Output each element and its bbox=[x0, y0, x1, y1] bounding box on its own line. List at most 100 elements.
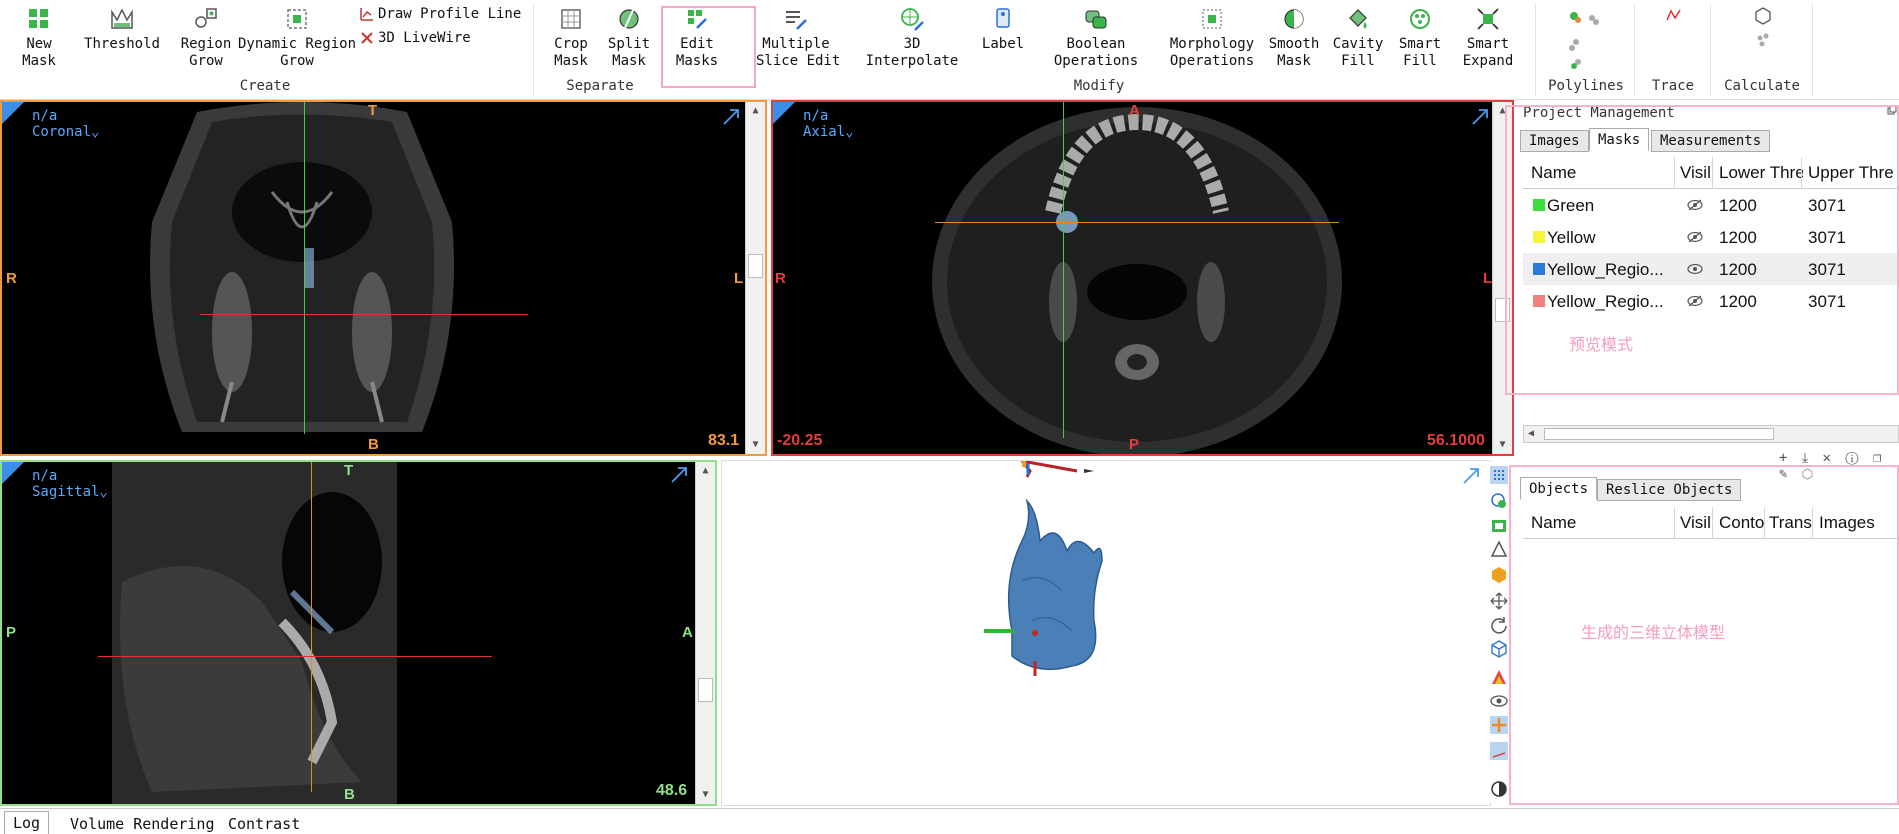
edit-masks-highlight bbox=[661, 6, 756, 88]
ribbon-separator bbox=[1812, 4, 1813, 96]
draw-profile-line-label: Draw Profile Line bbox=[378, 6, 522, 22]
add-object-icon[interactable]: + bbox=[1779, 450, 1790, 466]
scroll-thumb[interactable] bbox=[1544, 428, 1774, 440]
threshold-icon bbox=[111, 8, 133, 29]
smart-expand-label: Smart Expand bbox=[1462, 36, 1514, 69]
create-group-label: Create bbox=[239, 78, 291, 94]
trace-icon[interactable] bbox=[1666, 8, 1682, 22]
masks-horizontal-scrollbar[interactable]: ◀ bbox=[1523, 425, 1899, 443]
scroll-down-arrow[interactable]: ▼ bbox=[1493, 436, 1512, 454]
maximize-view-icon[interactable] bbox=[722, 108, 740, 126]
boolean-operations-button[interactable]: Boolean Operations bbox=[1052, 6, 1140, 70]
multiple-slice-edit-label: Multiple Slice Edit bbox=[756, 36, 841, 69]
dynamic-region-grow-button[interactable]: Dynamic Region Grow bbox=[238, 6, 356, 70]
axial-ct-slice bbox=[932, 107, 1342, 454]
coronal-slice-scrollbar[interactable]: ▲ ▼ bbox=[745, 102, 765, 454]
morphology-operations-button[interactable]: Morphology Operations bbox=[1164, 6, 1260, 70]
maximize-view-icon[interactable] bbox=[670, 466, 688, 484]
copy-object-icon[interactable]: ❐ bbox=[1873, 450, 1884, 466]
coronal-crosshair-vertical[interactable] bbox=[304, 102, 305, 434]
calculate-group-label: Calculate bbox=[1724, 78, 1800, 94]
scroll-thumb[interactable] bbox=[748, 254, 763, 278]
interpolate-3d-label: 3D Interpolate bbox=[865, 36, 959, 69]
measure-angle-icon[interactable] bbox=[1490, 540, 1508, 558]
morphology-operations-icon bbox=[1202, 9, 1222, 29]
sagittal-orient-right: A bbox=[682, 624, 693, 641]
smart-expand-button[interactable]: Smart Expand bbox=[1456, 6, 1520, 70]
draw-profile-line-button[interactable]: Draw Profile Line bbox=[360, 6, 521, 22]
smart-fill-label: Smart Fill bbox=[1398, 36, 1442, 69]
dynamic-region-grow-icon bbox=[287, 9, 307, 29]
scroll-down-arrow[interactable]: ▼ bbox=[746, 436, 765, 454]
coronal-viewport[interactable]: n/a Coronal⌄ T B R L 83.1 ▲ ▼ bbox=[0, 100, 767, 456]
label-button[interactable]: Label bbox=[978, 6, 1028, 53]
interpolate-3d-button[interactable]: 3D Interpolate bbox=[856, 6, 968, 70]
tab-contrast[interactable]: Contrast bbox=[228, 815, 300, 833]
sagittal-viewport[interactable]: n/a Sagittal⌄ T B P A 48.6 ▲ ▼ bbox=[0, 460, 717, 806]
split-mask-button[interactable]: Split Mask bbox=[604, 6, 654, 70]
crop-mask-icon bbox=[561, 9, 581, 29]
profile-line-icon bbox=[360, 8, 373, 21]
crop-mask-button[interactable]: Crop Mask bbox=[546, 6, 596, 70]
morphology-operations-label: Morphology Operations bbox=[1169, 36, 1255, 69]
multiple-slice-edit-icon bbox=[786, 11, 807, 30]
scroll-left-arrow[interactable]: ◀ bbox=[1528, 428, 1534, 439]
split-mask-icon bbox=[619, 9, 639, 29]
livewire-button[interactable]: 3D LiveWire bbox=[360, 30, 471, 46]
cube-view-icon[interactable] bbox=[1490, 640, 1508, 658]
axial-orient-bottom: P bbox=[1129, 436, 1140, 453]
scroll-up-arrow[interactable]: ▲ bbox=[746, 102, 765, 120]
sagittal-crosshair-horizontal[interactable] bbox=[98, 656, 492, 657]
smooth-mask-button[interactable]: Smooth Mask bbox=[1264, 6, 1324, 70]
pan-icon[interactable] bbox=[1490, 592, 1508, 610]
axial-viewport[interactable]: n/a Axial⌄ A P R L -20.25 56.1000 ▲ ▼ bbox=[771, 100, 1514, 456]
polylines-icons[interactable] bbox=[1568, 8, 1608, 70]
axial-crosshair-vertical[interactable] bbox=[1063, 102, 1064, 438]
tab-log[interactable]: Log bbox=[4, 811, 50, 834]
contrast-icon[interactable] bbox=[1490, 780, 1508, 798]
tab-volume-rendering[interactable]: Volume Rendering bbox=[70, 815, 215, 833]
cavity-fill-button[interactable]: Cavity Fill bbox=[1330, 6, 1386, 70]
visibility-icon[interactable] bbox=[1490, 692, 1508, 710]
coronal-orient-top: T bbox=[368, 102, 378, 119]
boolean-operations-label: Boolean Operations bbox=[1053, 36, 1139, 69]
interpolate-3d-icon bbox=[901, 8, 924, 31]
scroll-up-arrow[interactable]: ▲ bbox=[696, 462, 715, 480]
cavity-fill-icon bbox=[1349, 9, 1367, 29]
crosshair-toggle-icon[interactable] bbox=[1490, 716, 1508, 734]
screenshot-icon[interactable] bbox=[1490, 516, 1508, 534]
sagittal-slice-scrollbar[interactable]: ▲ ▼ bbox=[695, 462, 715, 804]
cavity-fill-label: Cavity Fill bbox=[1332, 36, 1384, 69]
ribbon-separator bbox=[1535, 4, 1536, 96]
multiple-slice-edit-button[interactable]: Multiple Slice Edit bbox=[756, 6, 840, 70]
3d-tooth-model[interactable] bbox=[722, 461, 1490, 805]
clip-plane-icon[interactable] bbox=[1490, 492, 1508, 510]
axial-crosshair-horizontal[interactable] bbox=[935, 222, 1339, 223]
import-object-icon[interactable]: ⤓ bbox=[1802, 450, 1811, 466]
properties-icon[interactable]: ⓘ bbox=[1845, 450, 1861, 466]
modify-group-label: Modify bbox=[1073, 78, 1125, 94]
calculate-icons[interactable] bbox=[1754, 6, 1772, 48]
color-palette-icon[interactable] bbox=[1490, 668, 1508, 686]
separate-group-label: Separate bbox=[566, 78, 634, 94]
new-mask-button[interactable]: New Mask bbox=[18, 6, 60, 70]
polylines-group-label: Polylines bbox=[1548, 78, 1624, 94]
smart-fill-button[interactable]: Smart Fill bbox=[1392, 6, 1448, 70]
render-icon[interactable] bbox=[1490, 566, 1508, 584]
region-grow-button[interactable]: Region Grow bbox=[178, 6, 234, 70]
ribbon-group-polylines: Polylines bbox=[1538, 0, 1634, 100]
axis-icon[interactable] bbox=[1490, 742, 1508, 760]
3d-viewport[interactable] bbox=[721, 460, 1491, 806]
sagittal-crosshair-vertical[interactable] bbox=[311, 462, 312, 792]
maximize-view-icon[interactable] bbox=[1462, 467, 1480, 485]
coronal-crosshair-horizontal[interactable] bbox=[200, 314, 528, 315]
delete-object-icon[interactable]: ✕ bbox=[1823, 450, 1834, 466]
scroll-down-arrow[interactable]: ▼ bbox=[696, 786, 715, 804]
rotate-icon[interactable] bbox=[1490, 616, 1508, 634]
smooth-mask-label: Smooth Mask bbox=[1268, 36, 1320, 69]
threshold-button[interactable]: Threshold bbox=[82, 6, 162, 53]
smooth-mask-icon bbox=[1284, 9, 1304, 29]
scroll-thumb[interactable] bbox=[698, 678, 713, 702]
maximize-view-icon[interactable] bbox=[1471, 108, 1489, 126]
grid-icon[interactable] bbox=[1490, 466, 1508, 484]
